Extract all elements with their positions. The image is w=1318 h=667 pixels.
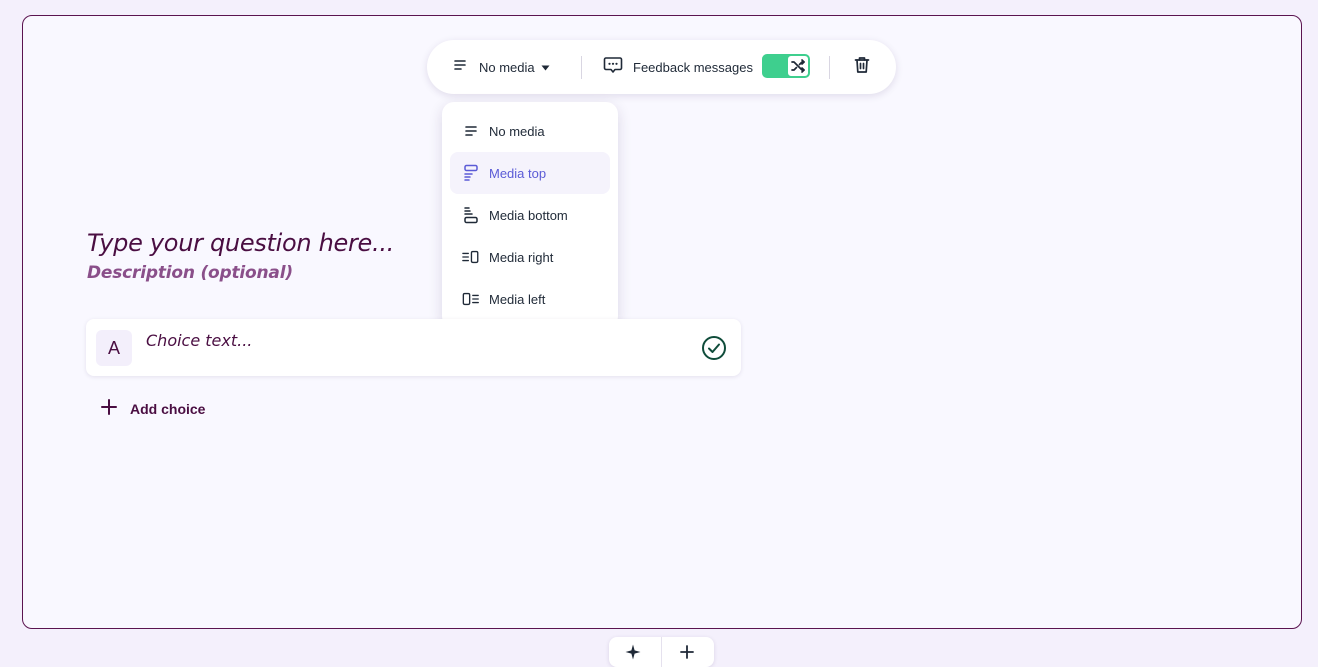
bottom-bar-divider: [661, 637, 662, 667]
menu-item-media-bottom[interactable]: Media bottom: [450, 194, 610, 236]
trash-icon: [854, 56, 870, 79]
lines-icon: [462, 122, 480, 140]
plus-icon: [100, 398, 118, 421]
lines-icon: [453, 58, 467, 76]
menu-item-label: Media right: [489, 249, 554, 265]
add-choice-label: Add choice: [130, 401, 206, 417]
media-right-icon: [462, 248, 480, 266]
caret-down-icon: [541, 58, 550, 76]
media-layout-dropdown[interactable]: No media: [453, 56, 550, 78]
chat-bubble-icon: [603, 55, 623, 80]
choice-letter-badge: A: [96, 330, 132, 366]
menu-item-label: No media: [489, 123, 545, 139]
media-bottom-icon: [462, 206, 480, 224]
media-layout-menu: No media Media top Media bottom Media ri…: [442, 102, 618, 328]
menu-item-label: Media bottom: [489, 207, 568, 223]
delete-question-button[interactable]: [851, 56, 873, 78]
feedback-toggle[interactable]: [762, 54, 810, 78]
sparkle-icon[interactable]: [624, 643, 642, 661]
feedback-messages-label: Feedback messages: [633, 59, 753, 75]
question-title-input[interactable]: Type your question here...: [87, 229, 394, 257]
plus-icon[interactable]: [678, 643, 696, 661]
correct-answer-check-icon[interactable]: [701, 335, 727, 361]
question-description-input[interactable]: Description (optional): [87, 263, 293, 283]
menu-item-media-top[interactable]: Media top: [450, 152, 610, 194]
menu-item-media-left[interactable]: Media left: [450, 278, 610, 320]
media-left-icon: [462, 290, 480, 308]
add-choice-button[interactable]: Add choice: [100, 398, 205, 420]
menu-item-label: Media left: [489, 291, 546, 307]
toolbar-divider: [829, 56, 830, 79]
choice-text-input[interactable]: Choice text...: [146, 331, 252, 350]
media-dropdown-label: No media: [479, 59, 535, 75]
menu-item-media-right[interactable]: Media right: [450, 236, 610, 278]
choice-card: A Choice text...: [86, 319, 741, 376]
shuffle-icon: [787, 55, 809, 77]
question-toolbar: No media Feedback messages: [427, 40, 896, 94]
bottom-action-bar: [609, 637, 714, 667]
menu-item-label: Media top: [489, 165, 547, 181]
media-top-icon: [462, 164, 480, 182]
feedback-messages-button[interactable]: Feedback messages: [603, 56, 753, 78]
menu-item-no-media[interactable]: No media: [450, 110, 610, 152]
toolbar-divider: [581, 56, 582, 79]
